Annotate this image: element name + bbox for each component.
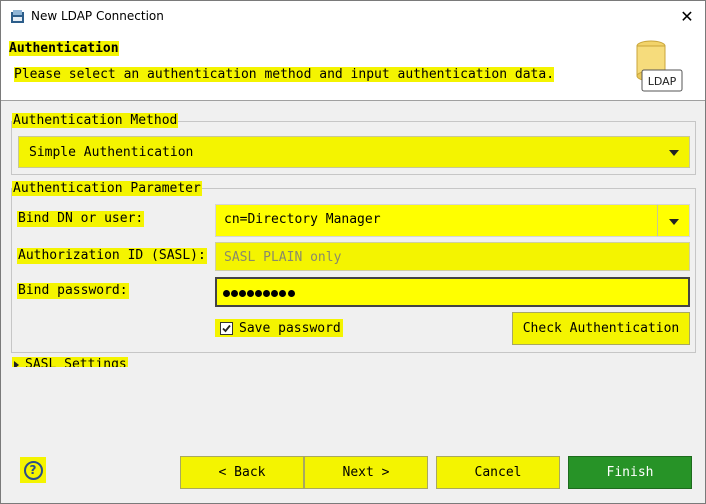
close-icon[interactable]: ✕ [675,5,699,27]
title-bar: New LDAP Connection ✕ [1,1,705,32]
app-icon [11,10,24,23]
authz-id-placeholder: SASL PLAIN only [224,250,342,265]
ldap-logo-icon: LDAP [636,40,683,92]
password-dot [263,289,270,297]
password-dot [231,289,238,297]
chevron-down-icon [669,150,679,156]
cancel-button[interactable]: Cancel [436,456,560,489]
password-dot [223,289,230,297]
password-mask [223,286,296,300]
bind-dn-value: cn=Directory Manager [224,212,381,227]
back-button[interactable]: < Back [180,456,304,489]
password-dot [239,289,246,297]
bind-dn-label: Bind DN or user: [17,211,145,227]
bind-dn-combo[interactable]: cn=Directory Manager [215,204,690,237]
auth-param-legend: Authentication Parameter [12,181,202,196]
sasl-settings-expander[interactable]: SASL Settings [12,357,128,367]
check-authentication-button[interactable]: Check Authentication [512,312,690,345]
bind-password-label: Bind password: [17,283,129,299]
save-password-checkbox[interactable]: Save password [215,319,343,337]
bind-dn-dropdown-button[interactable] [657,205,689,236]
chevron-down-icon [669,219,679,225]
authz-id-label: Authorization ID (SASL): [17,248,207,264]
password-dot [255,289,262,297]
text-caret [288,289,295,297]
sasl-settings-label: SASL Settings [25,357,127,367]
window-title: New LDAP Connection [31,9,164,23]
dialog-window: New LDAP Connection ✕ Authentication Ple… [0,0,706,504]
help-icon: ? [23,460,43,480]
auth-method-legend: Authentication Method [12,113,179,128]
next-button[interactable]: Next > [304,456,428,489]
expand-triangle-icon [14,360,19,367]
save-password-label: Save password [239,320,341,336]
auth-method-value: Simple Authentication [29,145,194,160]
checkbox-checked-icon[interactable] [220,321,233,335]
page-title: Authentication [9,41,119,56]
password-dot [271,289,278,297]
finish-button[interactable]: Finish [568,456,692,489]
page-description: Please select an authentication method a… [14,67,555,82]
ldap-logo-text: LDAP [648,75,677,88]
auth-method-select[interactable]: Simple Authentication [18,136,690,168]
wizard-header: Authentication Please select an authenti… [1,32,705,101]
bind-password-field[interactable] [215,277,690,307]
password-dot [279,289,286,297]
authz-id-field[interactable]: SASL PLAIN only [215,242,690,271]
help-button[interactable]: ? [20,457,46,483]
password-dot [247,289,254,297]
